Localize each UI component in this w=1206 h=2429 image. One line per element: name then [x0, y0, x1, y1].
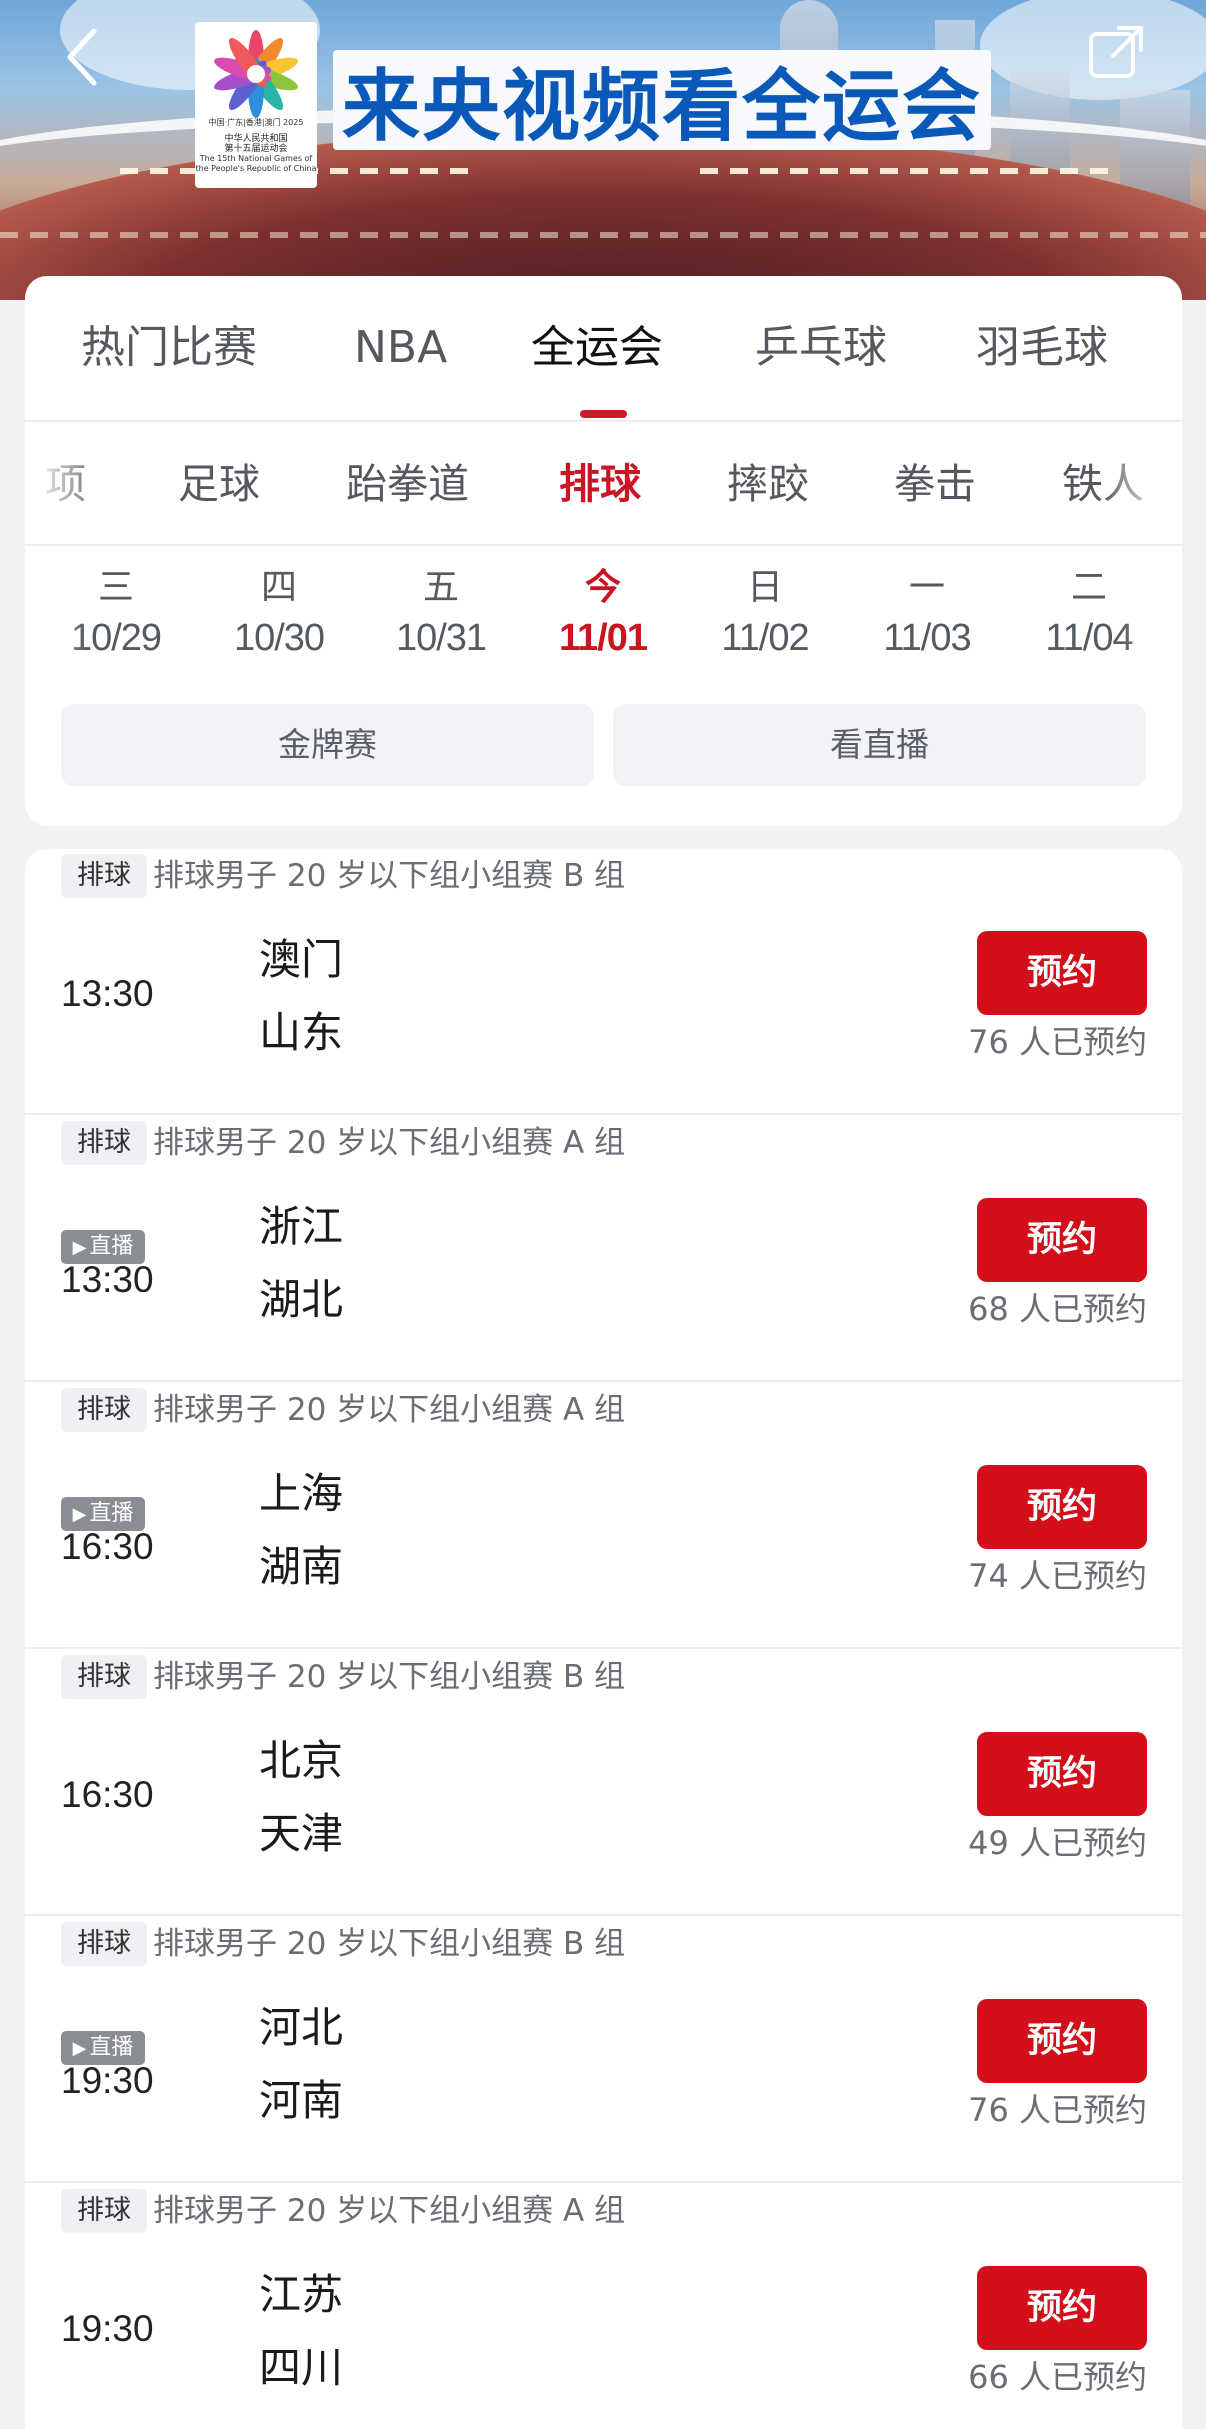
date-weekday: 今	[584, 567, 621, 608]
match-row[interactable]: 排球 排球男子 20 岁以下组小组赛 A 组 ▶ 直播 13:30 浙江 湖北 预…	[25, 1116, 1182, 1382]
back-button[interactable]	[52, 22, 112, 92]
match-title: 排球男子 20 岁以下组小组赛 B 组	[153, 858, 626, 894]
match-title: 排球男子 20 岁以下组小组赛 A 组	[153, 1125, 626, 1161]
date-item[interactable]: 五 10/31	[381, 566, 501, 676]
date-weekday: 五	[422, 567, 459, 608]
team-home: 北京	[259, 1736, 344, 1785]
date-weekday: 一	[908, 567, 945, 608]
sport-tab-taekwondo[interactable]: 跆拳道	[346, 454, 469, 514]
banner-title: 来央视频看全运会	[333, 50, 991, 152]
tab-hot-matches[interactable]: 热门比赛	[81, 318, 257, 378]
stadium-lights-decoration	[0, 232, 1206, 238]
team-home: 江苏	[259, 2270, 344, 2319]
match-row[interactable]: 排球 排球男子 20 岁以下组小组赛 A 组 ▶ 直播 16:30 上海 湖南 预…	[25, 1383, 1182, 1649]
reserve-button[interactable]: 预约	[977, 1732, 1147, 1816]
logo-text-line: 中华人民共和国	[224, 134, 288, 144]
date-value: 11/02	[721, 617, 809, 659]
reservation-count: 68 人已预约	[968, 1290, 1147, 1328]
share-icon[interactable]	[1085, 20, 1149, 84]
tab-nba[interactable]: NBA	[354, 318, 447, 378]
reserve-button[interactable]: 预约	[977, 931, 1147, 1015]
team-home: 浙江	[259, 1202, 344, 1251]
scroll-fade	[1102, 424, 1182, 544]
reservation-count: 76 人已预约	[968, 2091, 1147, 2129]
match-row[interactable]: 排球 排球男子 20 岁以下组小组赛 A 组 19:30 江苏 四川 预约 66…	[25, 2184, 1182, 2429]
date-item[interactable]: 四 10/30	[219, 566, 339, 676]
match-title: 排球男子 20 岁以下组小组赛 B 组	[153, 1926, 626, 1962]
stadium-lights-decoration	[700, 168, 1120, 174]
team-away: 湖北	[259, 1275, 344, 1324]
reserve-button[interactable]: 预约	[977, 1198, 1147, 1282]
category-card: 热门比赛 NBA 全运会 乒乓球 羽毛球 项 足球 跆拳道 排球 摔跤 拳击 铁…	[25, 276, 1182, 826]
date-item[interactable]: 一 11/03	[867, 566, 987, 676]
match-title: 排球男子 20 岁以下组小组赛 A 组	[153, 2193, 626, 2229]
logo-text-line: 第十五届运动会	[224, 144, 288, 154]
logo-text-line: the People's Republic of China	[195, 164, 317, 173]
team-home: 澳门	[259, 935, 344, 984]
reservation-count: 74 人已预约	[968, 1557, 1147, 1595]
date-weekday: 日	[746, 567, 783, 608]
games-emblem-icon	[214, 30, 298, 118]
tab-table-tennis[interactable]: 乒乓球	[755, 318, 887, 378]
date-value: 10/30	[233, 617, 325, 659]
reserve-button[interactable]: 预约	[977, 1999, 1147, 2083]
match-time: 13:30	[61, 973, 154, 1014]
match-time: 16:30	[61, 1774, 154, 1815]
sport-filter-bar: 项 足球 跆拳道 排球 摔跤 拳击 铁人	[25, 424, 1182, 546]
match-row[interactable]: 排球 排球男子 20 岁以下组小组赛 B 组 13:30 澳门 山东 预约 76…	[25, 849, 1182, 1115]
scroll-fade	[25, 424, 105, 544]
hero-banner: 中国·广东|香港|澳门 2025 中华人民共和国 第十五届运动会 The 15t…	[0, 0, 1206, 300]
gold-medal-filter-button[interactable]: 金牌赛	[61, 704, 594, 786]
sport-tab-volleyball[interactable]: 排球	[559, 454, 641, 514]
match-time: 19:30	[61, 2308, 154, 2349]
sport-tag: 排球	[61, 1655, 147, 1699]
reserve-button[interactable]: 预约	[977, 1465, 1147, 1549]
active-tab-indicator	[580, 410, 627, 418]
reservation-count: 49 人已预约	[968, 1824, 1147, 1862]
team-away: 天津	[259, 1809, 344, 1858]
team-away: 四川	[259, 2343, 344, 2392]
national-games-logo: 中国·广东|香港|澳门 2025 中华人民共和国 第十五届运动会 The 15t…	[195, 22, 317, 188]
date-value: 11/01	[559, 617, 648, 659]
team-home: 上海	[259, 1469, 344, 1518]
logo-text-line: 中国·广东|香港|澳门 2025	[208, 118, 304, 127]
date-item[interactable]: 日 11/02	[705, 566, 825, 676]
match-row[interactable]: 排球 排球男子 20 岁以下组小组赛 B 组 16:30 北京 天津 预约 49…	[25, 1650, 1182, 1916]
team-away: 湖南	[259, 1542, 344, 1591]
match-title: 排球男子 20 岁以下组小组赛 A 组	[153, 1392, 626, 1428]
sport-tag: 排球	[61, 854, 147, 898]
logo-text-line: The 15th National Games of	[199, 154, 313, 163]
reserve-button[interactable]: 预约	[977, 2266, 1147, 2350]
team-away: 河南	[259, 2076, 344, 2125]
scroll-fade	[25, 562, 85, 682]
scroll-fade	[1122, 562, 1182, 682]
date-value: 10/31	[395, 617, 487, 659]
team-home: 河北	[259, 2003, 344, 2052]
match-time: 16:30	[61, 1526, 154, 1567]
sport-tag: 排球	[61, 1922, 147, 1966]
tab-national-games[interactable]: 全运会	[531, 318, 663, 378]
sport-tab-wrestling[interactable]: 摔跤	[727, 454, 809, 514]
team-away: 山东	[259, 1008, 344, 1057]
date-value: 11/03	[883, 617, 971, 659]
watch-live-filter-button[interactable]: 看直播	[613, 704, 1146, 786]
match-time: 19:30	[61, 2060, 154, 2101]
match-time: 13:30	[61, 1259, 154, 1300]
reservation-count: 66 人已预约	[968, 2358, 1147, 2396]
sport-tag: 排球	[61, 2189, 147, 2233]
match-row[interactable]: 排球 排球男子 20 岁以下组小组赛 B 组 ▶ 直播 19:30 河北 河南 预…	[25, 1917, 1182, 2183]
sport-tag: 排球	[61, 1121, 147, 1165]
sport-tab-boxing[interactable]: 拳击	[894, 454, 976, 514]
sport-tab-football[interactable]: 足球	[178, 454, 260, 514]
match-title: 排球男子 20 岁以下组小组赛 B 组	[153, 1659, 626, 1695]
main-tab-bar: 热门比赛 NBA 全运会 乒乓球 羽毛球	[25, 276, 1182, 422]
chevron-left-icon	[67, 28, 97, 86]
match-list: 排球 排球男子 20 岁以下组小组赛 B 组 13:30 澳门 山东 预约 76…	[25, 849, 1182, 2429]
reservation-count: 76 人已预约	[968, 1023, 1147, 1061]
tab-badminton[interactable]: 羽毛球	[976, 318, 1108, 378]
date-item-today[interactable]: 今 11/01	[543, 566, 663, 676]
date-weekday: 四	[260, 567, 297, 608]
sport-tag: 排球	[61, 1388, 147, 1432]
